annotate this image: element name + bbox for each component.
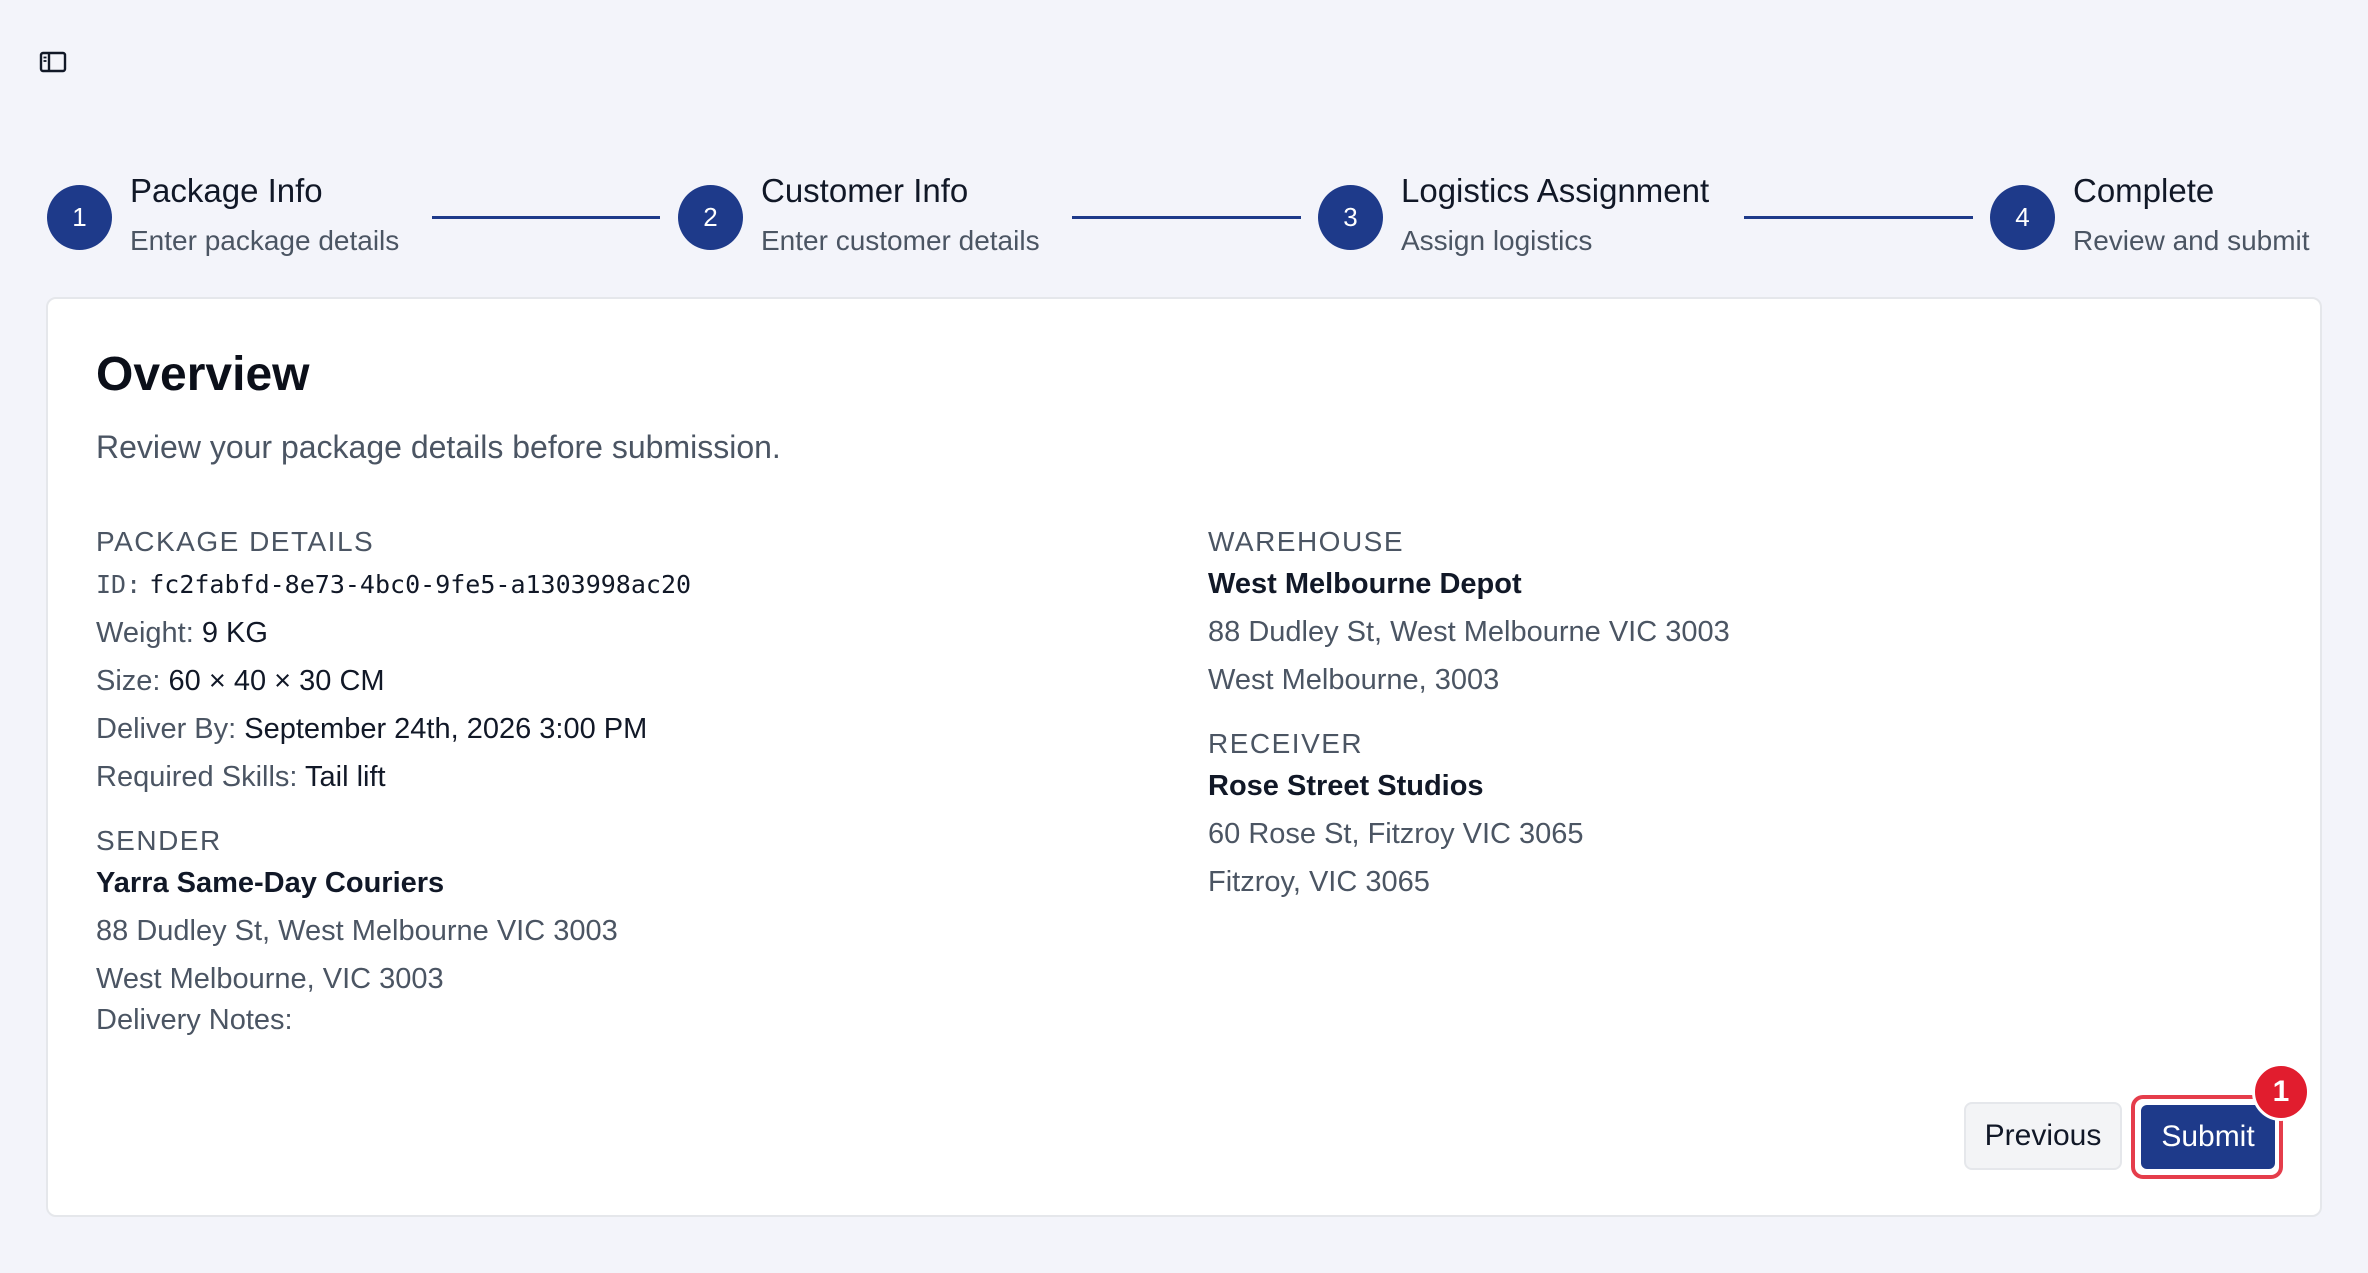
step-title: Logistics Assignment (1401, 172, 1710, 209)
receiver-label: RECEIVER (1208, 728, 1364, 759)
step-number: 4 (1990, 185, 2055, 250)
step-number: 2 (678, 185, 743, 250)
warehouse-name: West Melbourne Depot (1208, 568, 1522, 600)
required-skills-row: Required Skills: Tail lift (96, 753, 1146, 801)
step-title: Package Info (130, 172, 323, 209)
package-id-label: ID: (96, 570, 142, 599)
size-label: Size: (96, 665, 161, 697)
weight-row: Weight: 9 KG (96, 609, 1146, 657)
package-id-value: fc2fabfd-8e73-4bc0-9fe5-a1303998ac20 (149, 570, 692, 599)
step-subtitle: Assign logistics (1401, 225, 1593, 256)
submit-button[interactable]: Submit (2141, 1105, 2275, 1169)
weight-value: 9 KG (201, 617, 268, 649)
step-subtitle: Enter customer details (761, 225, 1040, 256)
sender-address: 88 Dudley St, West Melbourne VIC 3003 (96, 915, 618, 947)
page-description: Review your package details before submi… (96, 429, 781, 465)
warehouse-label: WAREHOUSE (1208, 526, 1405, 557)
previous-button[interactable]: Previous (1964, 1102, 2122, 1170)
required-skills-label: Required Skills: (96, 761, 298, 793)
weight-label: Weight: (96, 617, 194, 649)
sender-city: West Melbourne, VIC 3003 (96, 963, 444, 995)
sidebar-panel-icon (39, 51, 67, 73)
deliver-by-row: Deliver By: September 24th, 2026 3:00 PM (96, 705, 1146, 753)
step-connector (432, 216, 660, 219)
warehouse-city: West Melbourne, 3003 (1208, 664, 1500, 696)
package-details-label: PACKAGE DETAILS (96, 526, 375, 557)
step-package-info: 1 Package Info Enter package details (47, 168, 399, 262)
warehouse-address: 88 Dudley St, West Melbourne VIC 3003 (1208, 616, 1730, 648)
step-customer-info: 2 Customer Info Enter customer details (678, 168, 1040, 262)
deliver-by-value: September 24th, 2026 3:00 PM (244, 713, 648, 745)
step-subtitle: Enter package details (130, 225, 400, 256)
package-id-row: ID: fc2fabfd-8e73-4bc0-9fe5-a1303998ac20 (96, 560, 1146, 609)
size-value: 60 × 40 × 30 CM (168, 665, 385, 697)
stepper: 1 Package Info Enter package details 2 C… (47, 168, 2321, 268)
step-complete: 4 Complete Review and submit (1990, 168, 2310, 262)
required-skills-value: Tail lift (305, 761, 386, 793)
page-title: Overview (96, 348, 310, 401)
sidebar-toggle-button[interactable] (38, 50, 68, 74)
receiver-city: Fitzroy, VIC 3065 (1208, 866, 1430, 898)
step-title: Complete (2073, 172, 2215, 209)
receiver-name: Rose Street Studios (1208, 770, 1484, 802)
receiver-address: 60 Rose St, Fitzroy VIC 3065 (1208, 818, 1584, 850)
delivery-notes-label: Delivery Notes: (96, 1004, 293, 1036)
size-row: Size: 60 × 40 × 30 CM (96, 657, 1146, 705)
deliver-by-label: Deliver By: (96, 713, 237, 745)
step-subtitle: Review and submit (2073, 225, 2310, 256)
step-connector (1072, 216, 1301, 219)
step-logistics-assignment: 3 Logistics Assignment Assign logistics (1318, 168, 1709, 262)
right-column: WAREHOUSE West Melbourne Depot 88 Dudley… (1208, 524, 2258, 906)
sender-label: SENDER (96, 825, 222, 856)
step-number: 1 (47, 185, 112, 250)
step-title: Customer Info (761, 172, 969, 209)
left-column: PACKAGE DETAILS ID: fc2fabfd-8e73-4bc0-9… (96, 524, 1146, 1037)
annotation-badge: 1 (2252, 1063, 2310, 1121)
overview-card: Overview Review your package details bef… (46, 297, 2322, 1217)
step-number: 3 (1318, 185, 1383, 250)
sender-name: Yarra Same-Day Couriers (96, 867, 445, 899)
step-connector (1744, 216, 1973, 219)
